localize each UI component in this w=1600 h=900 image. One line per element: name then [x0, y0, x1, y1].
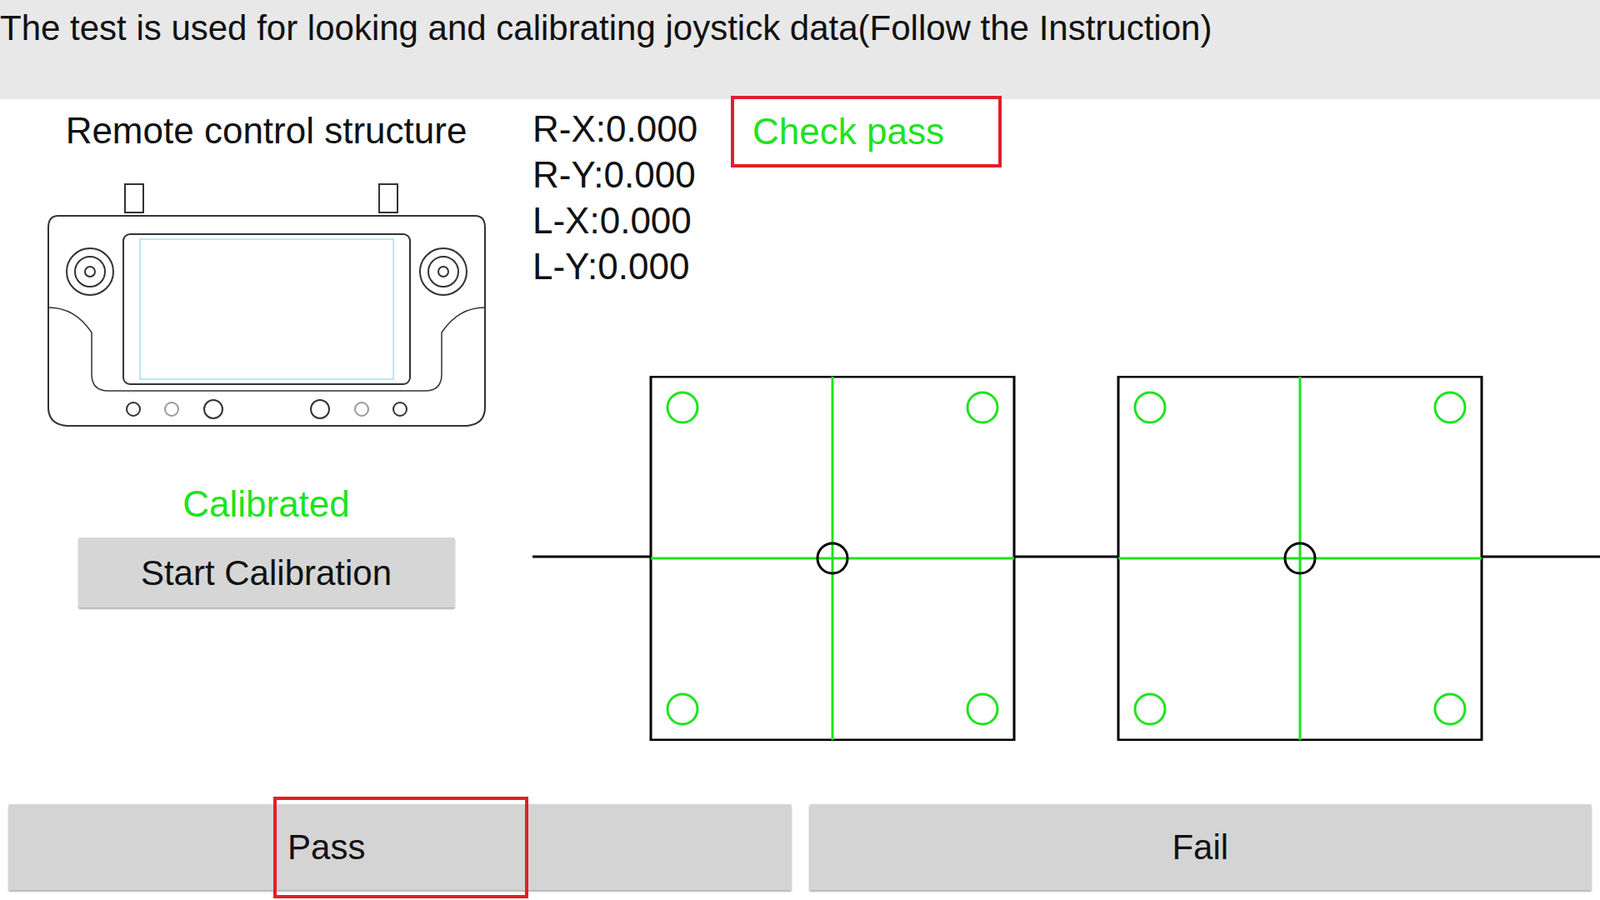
stick-position [1285, 543, 1315, 574]
corner-target [967, 694, 998, 725]
axis-reading: L-X:0.000 [532, 197, 731, 244]
check-text: Check pass [752, 104, 945, 160]
corner-target [1135, 392, 1165, 423]
highlight-frame [273, 796, 529, 899]
device-title: Remote control structure [65, 107, 468, 155]
joystick-diagram [532, 375, 1600, 741]
device-panel: Remote control structure Calibrated Star… [0, 99, 533, 805]
joystick-box [650, 376, 1015, 740]
axis-reading: R-Y:0.000 [532, 151, 731, 198]
axis-reading: L-Y:0.000 [532, 243, 731, 290]
header-bar: The test is used for looking and calibra… [0, 0, 1600, 100]
stick-x [817, 543, 848, 574]
corner-target [1135, 694, 1165, 725]
stick-position [817, 543, 848, 574]
corner-target [1435, 694, 1465, 725]
axis-reading: R-X:0.000 [532, 105, 731, 152]
corner-target [1435, 392, 1465, 423]
corner-target [667, 694, 698, 725]
corner-target [967, 392, 998, 423]
check-status: Check pass [730, 95, 1002, 168]
stick-x [1285, 543, 1315, 574]
result-button[interactable]: Pass [8, 804, 792, 890]
result-button[interactable]: Fail [809, 804, 1593, 890]
readings-list: R-X:0.000R-Y:0.000L-X:0.000L-Y:0.000 [532, 99, 731, 290]
instruction-text: The test is used for looking and calibra… [0, 8, 1212, 48]
corner-target [667, 392, 698, 423]
remote-controller-icon [41, 182, 492, 433]
joystick-box [1118, 376, 1482, 740]
calibration-status: Calibrated [182, 480, 350, 528]
start-calibration-button[interactable]: Start Calibration [78, 537, 455, 608]
